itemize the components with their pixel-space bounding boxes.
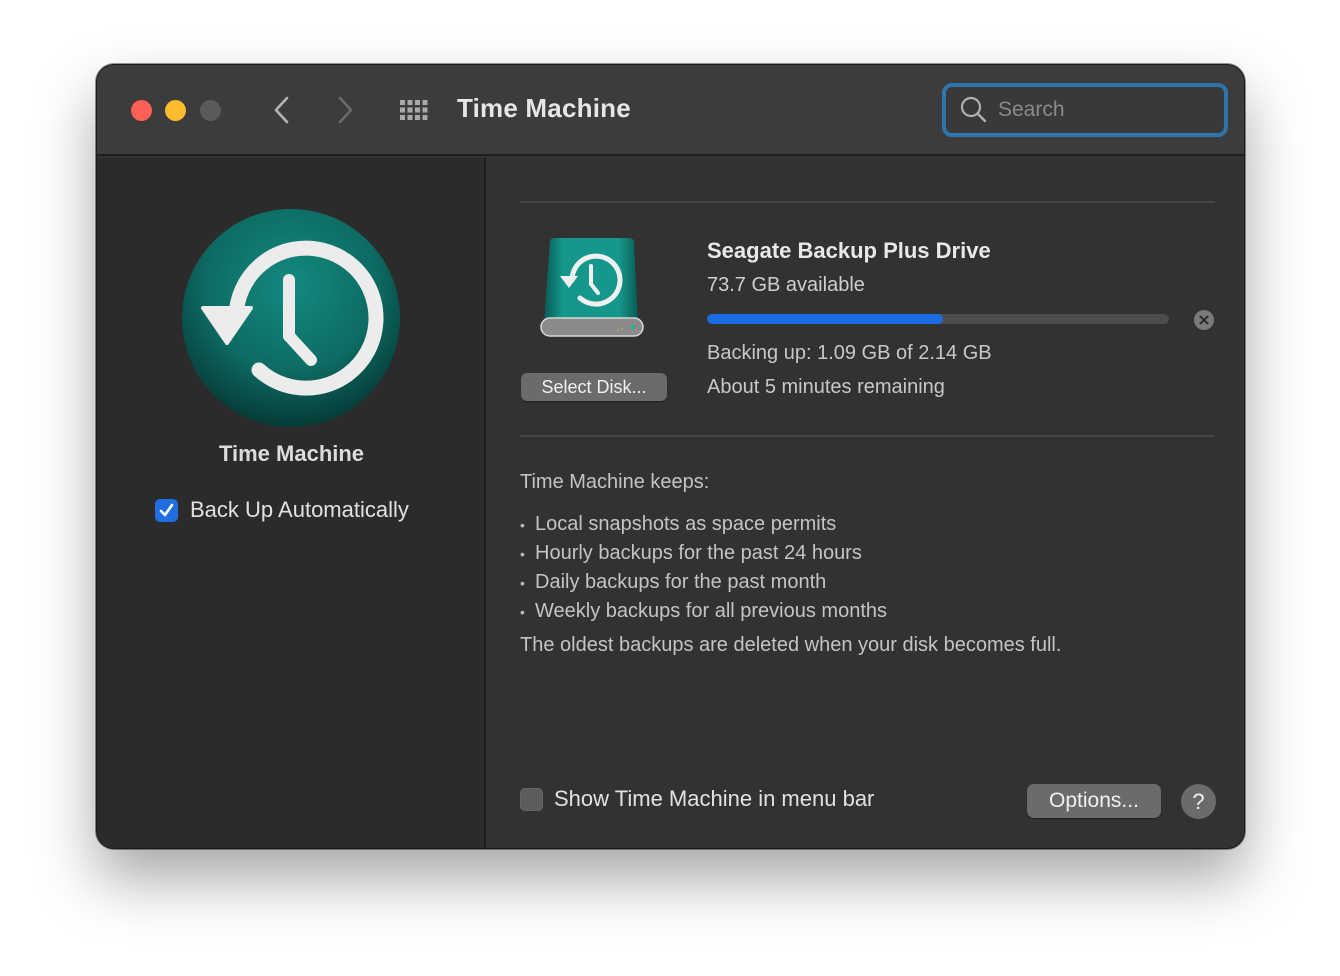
show-in-menu-bar-checkbox[interactable]: Show Time Machine in menu bar (520, 786, 874, 812)
select-disk-button[interactable]: Select Disk... (521, 373, 667, 401)
search-icon (960, 96, 987, 123)
window-title: Time Machine (457, 93, 631, 123)
list-item: • Weekly backups for all previous months (520, 597, 887, 626)
bullet: • (520, 603, 525, 620)
grid-icon (400, 100, 428, 120)
checkbox-checked[interactable] (155, 498, 178, 522)
back-up-automatically-label: Back Up Automatically (190, 497, 409, 522)
bullet: • (520, 516, 525, 533)
list-item: • Hourly backups for the past 24 hours (520, 539, 887, 568)
back-button[interactable] (267, 93, 297, 127)
cancel-backup-button[interactable] (1194, 310, 1214, 330)
backup-progress-fill (707, 314, 943, 324)
drive-name: Seagate Backup Plus Drive (707, 238, 991, 263)
bullet: • (520, 574, 525, 591)
zoom-button[interactable] (200, 100, 221, 121)
chevron-right-icon (338, 96, 353, 124)
help-button[interactable]: ? (1181, 784, 1216, 819)
main-panel: Select Disk... Seagate Backup Plus Drive… (488, 158, 1244, 848)
preferences-window: Time Machine Time Machine (96, 64, 1245, 849)
keeps-list: • Local snapshots as space permits • Hourl… (520, 510, 887, 626)
backup-status: Backing up: 1.09 GB of 2.14 GB (707, 342, 992, 364)
checkmark-icon (159, 503, 174, 516)
keeps-title: Time Machine keeps: (520, 471, 710, 493)
time-machine-drive-icon (540, 238, 644, 337)
divider (520, 201, 1215, 203)
list-item-text: Weekly backups for all previous months (535, 600, 888, 622)
show-in-menu-bar-label: Show Time Machine in menu bar (554, 786, 875, 811)
chevron-left-icon (274, 96, 289, 124)
search-field[interactable] (942, 83, 1228, 137)
oldest-backups-note: The oldest backups are deleted when your… (520, 634, 1062, 656)
show-all-button[interactable] (397, 95, 433, 125)
backup-time-remaining: About 5 minutes remaining (707, 376, 945, 398)
search-input[interactable] (998, 98, 1198, 122)
checkbox-unchecked[interactable] (520, 787, 543, 811)
list-item: • Local snapshots as space permits (520, 510, 887, 539)
sidebar: Time Machine Back Up Automatically (97, 158, 486, 848)
bullet: • (520, 545, 525, 562)
forward-button[interactable] (330, 93, 360, 127)
back-up-automatically-checkbox[interactable]: Back Up Automatically (155, 497, 409, 523)
divider (520, 435, 1215, 437)
title-bar: Time Machine (97, 65, 1244, 156)
backup-progress-bar (707, 314, 1169, 324)
list-item-text: Daily backups for the past month (535, 571, 827, 593)
list-item: • Daily backups for the past month (520, 568, 887, 597)
drive-available-space: 73.7 GB available (707, 274, 865, 296)
minimize-button[interactable] (165, 100, 186, 121)
list-item-text: Local snapshots as space permits (535, 513, 837, 535)
options-button[interactable]: Options... (1027, 784, 1161, 818)
time-machine-icon (182, 209, 400, 427)
close-button[interactable] (131, 100, 152, 121)
sidebar-title: Time Machine (218, 441, 365, 466)
close-icon (1199, 315, 1209, 325)
list-item-text: Hourly backups for the past 24 hours (535, 542, 862, 564)
